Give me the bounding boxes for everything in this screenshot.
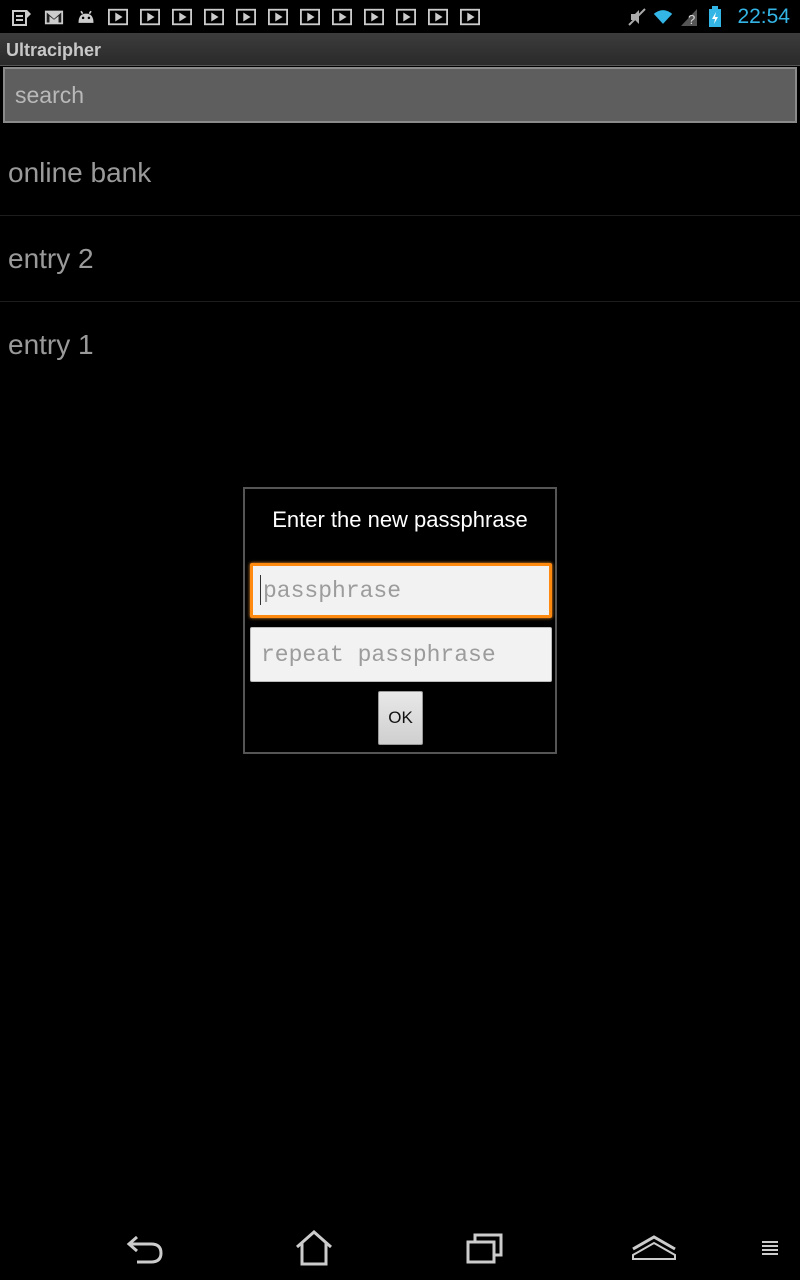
play-store-icon (364, 8, 384, 26)
svg-text:?: ? (688, 12, 695, 27)
list-item[interactable]: online bank (0, 130, 800, 216)
no-signal-icon: ? (679, 8, 699, 27)
mute-icon (627, 7, 647, 26)
overflow-menu-icon[interactable] (746, 1226, 794, 1270)
play-store-icon (108, 8, 128, 26)
passphrase-dialog: Enter the new passphrase OK (243, 487, 557, 754)
passphrase-field[interactable] (250, 563, 552, 618)
text-cursor (260, 575, 261, 605)
play-store-icon (300, 8, 320, 26)
play-store-icon (428, 8, 448, 26)
play-store-icon (332, 8, 352, 26)
app-title: Ultracipher (6, 40, 102, 60)
notes-icon (12, 8, 32, 26)
app-title-bar: Ultracipher (0, 33, 800, 66)
wifi-icon (653, 8, 673, 26)
status-bar: ? 22:54 (0, 0, 800, 33)
notification-icons (12, 8, 480, 26)
home-icon[interactable] (290, 1226, 338, 1270)
ok-button[interactable]: OK (378, 691, 423, 745)
play-store-icon (460, 8, 480, 26)
clock: 22:54 (737, 4, 790, 28)
dialog-title: Enter the new passphrase (272, 507, 528, 532)
play-store-icon (396, 8, 416, 26)
play-store-icon (172, 8, 192, 26)
system-status-icons: ? 22:54 (627, 5, 790, 29)
play-store-icon (204, 8, 224, 26)
menu-up-icon[interactable] (630, 1226, 678, 1270)
back-icon[interactable] (121, 1226, 169, 1270)
play-store-icon (236, 8, 256, 26)
repeat-passphrase-field[interactable] (250, 627, 552, 682)
entry-list: online bank entry 2 entry 1 (0, 130, 800, 388)
play-store-icon (268, 8, 288, 26)
search-input[interactable] (3, 67, 797, 123)
gmail-icon (44, 8, 64, 26)
list-item[interactable]: entry 2 (0, 216, 800, 302)
navigation-bar (0, 1216, 800, 1280)
recent-apps-icon[interactable] (461, 1226, 509, 1270)
list-item[interactable]: entry 1 (0, 302, 800, 388)
android-debug-icon (76, 8, 96, 26)
battery-charging-icon (705, 5, 725, 27)
play-store-icon (140, 8, 160, 26)
